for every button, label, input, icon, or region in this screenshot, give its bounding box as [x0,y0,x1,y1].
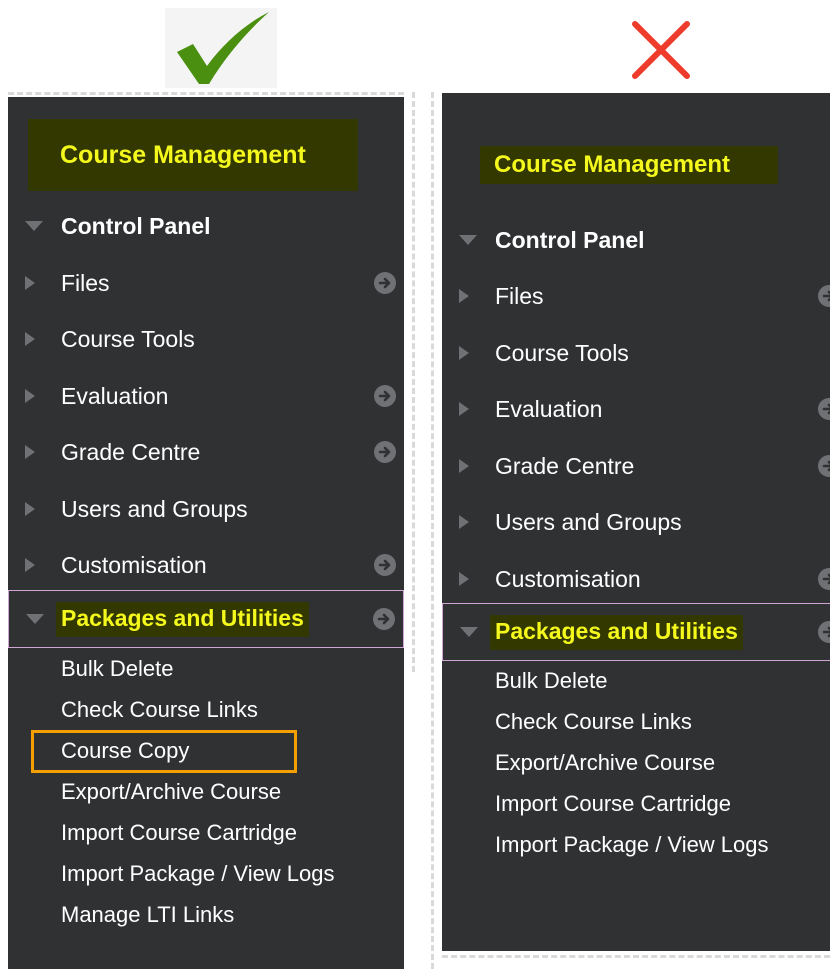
expand-triangle-icon[interactable] [25,276,35,290]
expand-triangle-icon[interactable] [25,389,35,403]
menu-item-files[interactable]: Files [442,268,830,324]
menu-item-packages-and-utilities[interactable]: Packages and Utilities [442,603,830,661]
submenu-export-archive-course[interactable]: Export/Archive Course [61,779,281,805]
course-management-menu-incorrect: Course Management Control Panel Files Co… [442,93,830,951]
collapse-triangle-icon[interactable] [459,235,477,245]
menu-item-label: Customisation [61,551,207,578]
expand-triangle-icon[interactable] [25,332,35,346]
menu-item-label: Files [495,282,544,309]
menu-item-label: Course Tools [495,339,629,366]
menu-item-label: Grade Centre [495,452,635,479]
menu-item-customisation[interactable]: Customisation [8,537,404,593]
submenu-bulk-delete[interactable]: Bulk Delete [495,668,608,694]
expand-triangle-icon[interactable] [25,502,35,516]
header-label: Course Management [494,151,731,178]
menu-item-course-tools[interactable]: Course Tools [8,311,404,367]
expand-triangle-icon[interactable] [459,572,469,586]
collapse-triangle-icon[interactable] [26,614,44,624]
arrow-right-circle-icon[interactable] [818,568,830,590]
menu-item-grade-centre[interactable]: Grade Centre [442,438,830,494]
control-panel-label: Control Panel [495,226,645,253]
control-panel-row[interactable]: Control Panel [8,198,404,254]
menu-item-label: Files [61,269,110,296]
menu-item-users-and-groups[interactable]: Users and Groups [8,481,404,537]
menu-item-customisation[interactable]: Customisation [442,551,830,607]
collapse-triangle-icon[interactable] [460,627,478,637]
submenu-bulk-delete[interactable]: Bulk Delete [61,656,174,682]
arrow-right-circle-icon[interactable] [374,385,396,407]
menu-item-label: Grade Centre [61,438,201,465]
menu-item-grade-centre[interactable]: Grade Centre [8,424,404,480]
arrow-right-circle-icon[interactable] [374,554,396,576]
menu-item-course-tools[interactable]: Course Tools [442,325,830,381]
check-mark-icon [165,8,277,88]
packages-label: Packages and Utilities [490,614,743,650]
menu-item-evaluation[interactable]: Evaluation [8,368,404,424]
collapse-triangle-icon[interactable] [25,221,43,231]
submenu-manage-lti-links[interactable]: Manage LTI Links [61,902,234,928]
control-panel-row[interactable]: Control Panel [442,212,830,268]
course-management-menu-correct: Course Management Control Panel Files Co… [8,97,404,969]
course-copy-callout [31,730,297,773]
menu-item-files[interactable]: Files [8,255,404,311]
course-management-header: Course Management [28,119,358,191]
menu-item-label: Customisation [495,565,641,592]
cross-mark-icon [630,20,692,80]
arrow-right-circle-icon[interactable] [818,285,830,307]
submenu-import-package-view-logs[interactable]: Import Package / View Logs [495,832,769,858]
arrow-right-circle-icon[interactable] [818,621,830,643]
submenu-import-package-view-logs[interactable]: Import Package / View Logs [61,861,335,887]
expand-triangle-icon[interactable] [459,402,469,416]
expand-triangle-icon[interactable] [459,346,469,360]
arrow-right-circle-icon[interactable] [818,455,830,477]
expand-triangle-icon[interactable] [459,515,469,529]
submenu-import-course-cartridge[interactable]: Import Course Cartridge [495,791,731,817]
expand-triangle-icon[interactable] [25,558,35,572]
menu-item-label: Users and Groups [61,495,248,522]
arrow-right-circle-icon[interactable] [374,441,396,463]
submenu-check-course-links[interactable]: Check Course Links [61,697,258,723]
control-panel-label: Control Panel [61,212,211,239]
menu-item-users-and-groups[interactable]: Users and Groups [442,494,830,550]
menu-item-label: Users and Groups [495,508,682,535]
expand-triangle-icon[interactable] [459,459,469,473]
menu-item-evaluation[interactable]: Evaluation [442,381,830,437]
submenu-check-course-links[interactable]: Check Course Links [495,709,692,735]
menu-item-label: Evaluation [495,395,603,422]
packages-label: Packages and Utilities [56,601,309,637]
submenu-import-course-cartridge[interactable]: Import Course Cartridge [61,820,297,846]
submenu-export-archive-course[interactable]: Export/Archive Course [495,750,715,776]
menu-item-label: Evaluation [61,382,169,409]
arrow-right-circle-icon[interactable] [374,272,396,294]
menu-item-label: Course Tools [61,325,195,352]
arrow-right-circle-icon[interactable] [818,398,830,420]
arrow-right-circle-icon[interactable] [373,608,395,630]
expand-triangle-icon[interactable] [459,289,469,303]
header-label: Course Management [60,140,306,169]
menu-item-packages-and-utilities[interactable]: Packages and Utilities [8,590,404,648]
course-management-header: Course Management [480,146,778,184]
expand-triangle-icon[interactable] [25,445,35,459]
